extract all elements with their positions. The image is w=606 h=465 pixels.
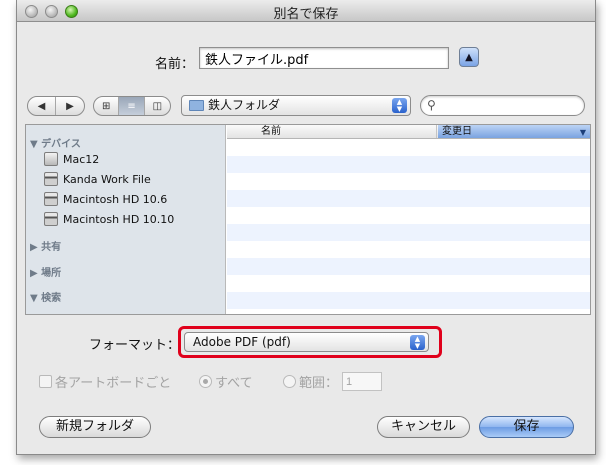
range-input[interactable] — [342, 372, 383, 391]
sidebar-item-label: Macintosh HD 10.10 — [63, 212, 175, 226]
column-view-icon: ◫ — [152, 100, 163, 112]
hard-drive-icon — [44, 192, 58, 206]
cancel-button[interactable]: キャンセル — [377, 416, 470, 438]
column-date-label: 変更日 — [442, 126, 472, 137]
search-icon: ⚲ — [427, 98, 436, 112]
file-rows[interactable] — [227, 139, 590, 314]
sidebar-item-kanda-work-file[interactable]: Kanda Work File — [44, 170, 151, 188]
forward-arrow-icon: ▶ — [66, 100, 74, 112]
sidebar-item-label: Kanda Work File — [63, 172, 151, 186]
save-button[interactable]: 保存 — [479, 416, 574, 438]
sidebar-item-macintosh-hd-10-10[interactable]: Macintosh HD 10.10 — [44, 210, 174, 228]
computer-icon — [44, 152, 58, 166]
new-folder-button[interactable]: 新規フォルダ — [39, 416, 151, 438]
sidebar-item-macintosh-hd-10-6[interactable]: Macintosh HD 10.6 — [44, 190, 167, 208]
view-mode-control: ⊞ ≡ ◫ — [93, 96, 171, 116]
hard-drive-icon — [44, 212, 58, 226]
list-view-button[interactable]: ≡ — [119, 97, 145, 115]
format-label: フォーマット： — [89, 338, 181, 353]
filename-input[interactable] — [199, 47, 449, 69]
folder-location-popup[interactable]: 鉄人フォルダ ▲ ▼ — [181, 95, 411, 116]
each-artboard-option[interactable]: 各アートボードごと — [39, 372, 171, 391]
format-popup[interactable]: Adobe PDF (pdf) ▲ ▼ — [184, 332, 429, 352]
column-view-button[interactable]: ◫ — [145, 97, 170, 115]
all-pages-radio[interactable] — [199, 375, 212, 388]
icon-view-icon: ⊞ — [101, 100, 111, 112]
sidebar-group-shared[interactable]: ▶ 共有 — [30, 238, 61, 253]
sidebar-group-search[interactable]: ▼ 検索 — [30, 289, 61, 304]
sidebar: ▼ デバイス Mac12 Kanda Work File Macintosh H… — [26, 125, 226, 314]
sidebar-item-mac12[interactable]: Mac12 — [44, 150, 99, 168]
all-pages-option[interactable]: すべて — [199, 372, 253, 391]
file-list: 名前 変更日 ▼ — [227, 125, 590, 314]
sidebar-item-label: Macintosh HD 10.6 — [63, 192, 168, 206]
back-arrow-icon: ◀ — [37, 100, 46, 112]
triangle-up-icon: ▲ — [465, 51, 473, 63]
search-input[interactable]: ⚲ — [420, 95, 585, 116]
sidebar-group-devices[interactable]: ▼ デバイス — [30, 135, 81, 150]
back-forward-control: ◀ ▶ — [27, 96, 85, 116]
sort-descending-icon: ▼ — [579, 128, 586, 137]
title-bar: 別名で保存 — [17, 0, 595, 22]
range-radio[interactable] — [283, 375, 296, 388]
all-pages-label: すべて — [215, 376, 253, 391]
icon-view-button[interactable]: ⊞ — [94, 97, 120, 115]
format-value: Adobe PDF (pdf) — [193, 335, 291, 349]
back-button[interactable]: ◀ — [28, 97, 56, 115]
popup-arrows-icon: ▲ ▼ — [392, 98, 407, 113]
column-name-header[interactable]: 名前 — [227, 125, 437, 138]
sidebar-group-places[interactable]: ▶ 場所 — [30, 264, 61, 279]
current-folder-label: 鉄人フォルダ — [208, 98, 281, 112]
save-as-dialog: 別名で保存 名前： ▲ ◀ ▶ ⊞ ≡ ◫ 鉄人フォルダ ▲▼ ⚲ ▼ デバイス… — [16, 0, 596, 455]
range-option[interactable]: 範囲： — [283, 372, 383, 391]
each-artboard-checkbox[interactable] — [39, 375, 52, 388]
hard-drive-icon — [44, 172, 58, 186]
collapse-dialog-button[interactable]: ▲ — [459, 47, 479, 67]
forward-button[interactable]: ▶ — [56, 97, 84, 115]
sidebar-item-label: Mac12 — [63, 152, 100, 166]
column-header: 名前 変更日 ▼ — [227, 125, 590, 139]
name-label: 名前： — [155, 57, 195, 72]
list-view-icon: ≡ — [127, 100, 136, 112]
window-title: 別名で保存 — [273, 7, 339, 22]
file-browser: ▼ デバイス Mac12 Kanda Work File Macintosh H… — [25, 124, 591, 315]
range-label: 範囲： — [299, 376, 339, 391]
column-date-modified-header[interactable]: 変更日 ▼ — [438, 125, 590, 138]
popup-arrows-icon: ▲ ▼ — [410, 335, 425, 350]
folder-icon — [189, 100, 204, 111]
each-artboard-label: 各アートボードごと — [55, 376, 172, 391]
